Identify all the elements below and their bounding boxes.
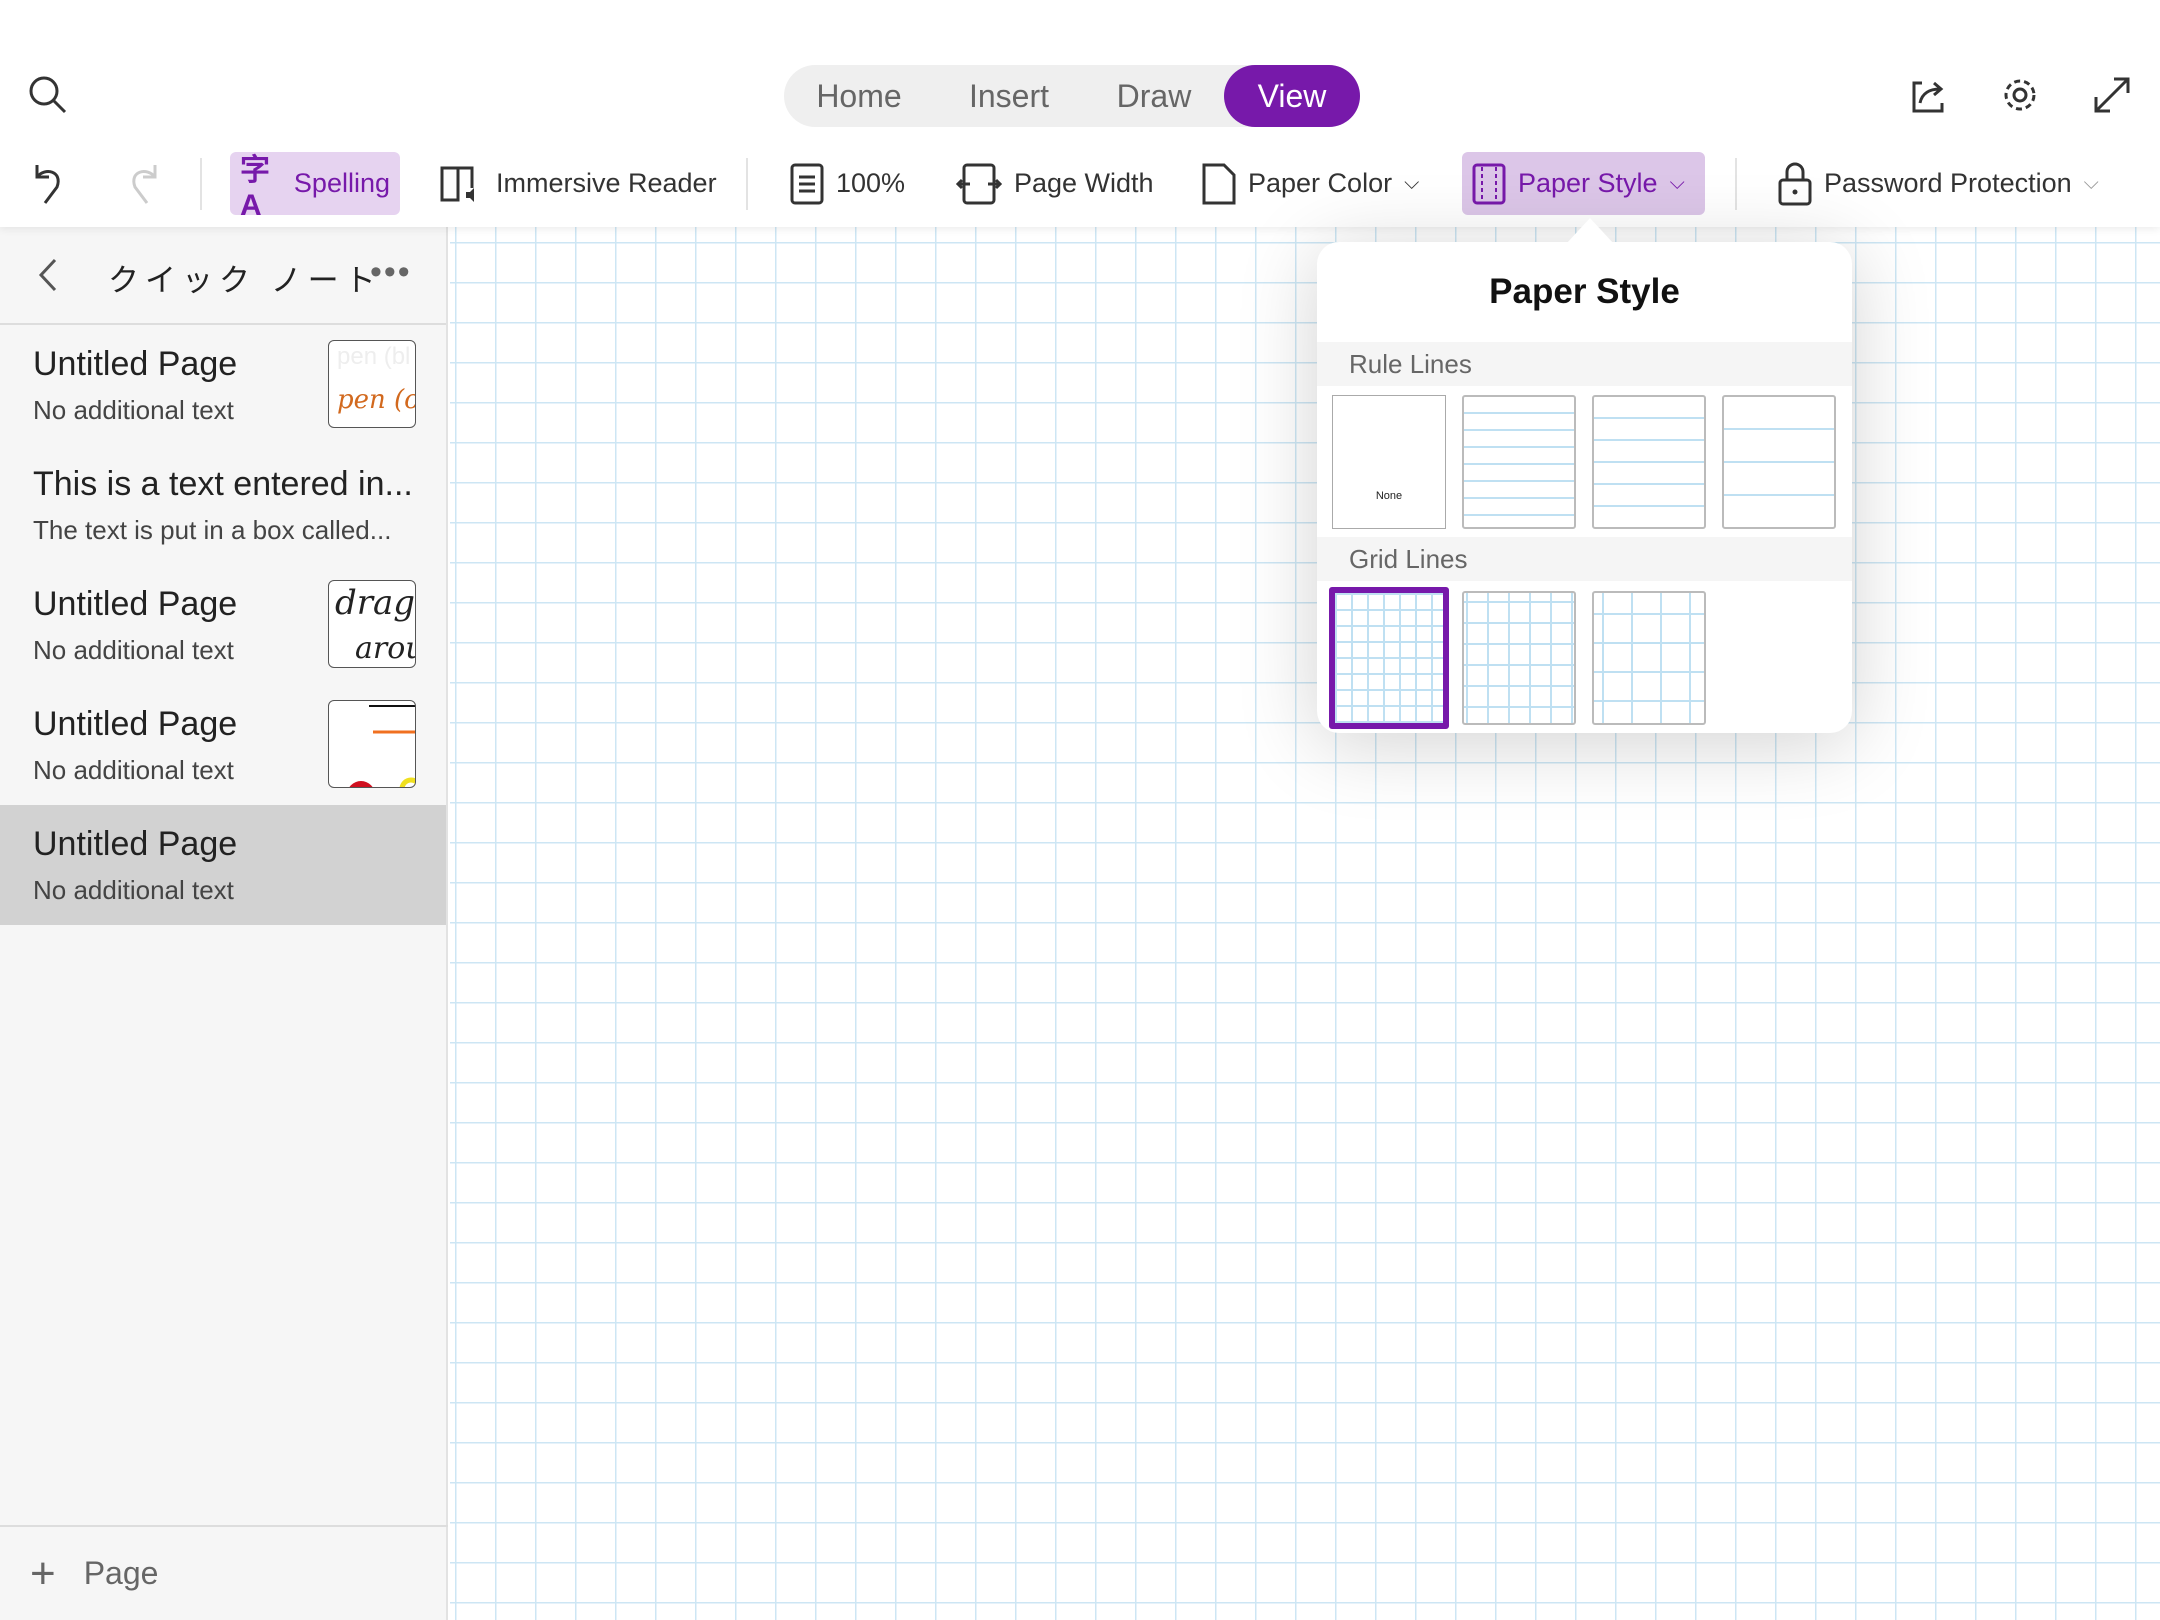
tab-insert[interactable]: Insert bbox=[934, 65, 1084, 127]
notebook-section-title: クイック ノート bbox=[108, 263, 382, 298]
chevron-down-icon: ⌵ bbox=[1669, 172, 1685, 194]
chevron-down-icon: ⌵ bbox=[2083, 172, 2099, 194]
add-page-button[interactable]: + Page bbox=[0, 1525, 448, 1620]
paper-style-button[interactable]: Paper Style ⌵ bbox=[1462, 152, 1705, 215]
top-bar: Home Insert Draw View 字A Spelling Immersi… bbox=[0, 0, 2160, 227]
zoom-button[interactable]: 100% bbox=[780, 152, 915, 215]
page-icon bbox=[1202, 163, 1236, 204]
page-thumbnail: pen (blpen (ora bbox=[328, 340, 416, 428]
page-list-item[interactable]: Untitled Page No additional text bbox=[0, 685, 446, 805]
divider bbox=[746, 158, 748, 210]
divider bbox=[200, 158, 202, 210]
divider bbox=[1735, 158, 1737, 210]
rule-college-option[interactable] bbox=[1592, 395, 1706, 529]
chevron-down-icon: ⌵ bbox=[1404, 172, 1420, 194]
search-icon[interactable] bbox=[25, 72, 71, 118]
grid-medium-option[interactable] bbox=[1462, 591, 1576, 725]
spelling-button[interactable]: 字A Spelling bbox=[230, 152, 400, 222]
sidebar-header: クイック ノート ••• bbox=[0, 227, 446, 325]
lock-icon bbox=[1778, 162, 1812, 205]
more-options-icon[interactable]: ••• bbox=[370, 253, 412, 292]
page-thumbnail: dragarou bbox=[328, 580, 416, 668]
tab-home[interactable]: Home bbox=[784, 65, 934, 127]
plus-icon: + bbox=[30, 1548, 56, 1598]
gear-icon[interactable] bbox=[1997, 72, 2043, 118]
rule-wide-option[interactable] bbox=[1722, 395, 1836, 529]
back-icon[interactable] bbox=[30, 255, 66, 295]
rule-none-option[interactable]: None bbox=[1332, 395, 1446, 529]
paper-style-popover: Paper Style Rule Lines None Grid Lines bbox=[1317, 242, 1852, 733]
page-list-item[interactable]: This is a text entered in... The text is … bbox=[0, 445, 446, 565]
ribbon-tabs: Home Insert Draw View bbox=[784, 65, 1360, 127]
page-thumbnail bbox=[328, 700, 416, 788]
spelling-icon: 字A bbox=[240, 153, 270, 222]
rule-narrow-option[interactable] bbox=[1462, 395, 1576, 529]
undo-icon[interactable] bbox=[28, 160, 74, 206]
page-zoom-icon bbox=[790, 163, 824, 204]
redo-icon[interactable] bbox=[118, 160, 164, 206]
popover-title: Paper Style bbox=[1489, 272, 1680, 311]
expand-icon[interactable] bbox=[2089, 72, 2135, 118]
rule-lines-header: Rule Lines bbox=[1317, 342, 1852, 386]
page-list-item[interactable]: Untitled PageNo additional text dragarou bbox=[0, 565, 446, 685]
password-protection-button[interactable]: Password Protection ⌵ bbox=[1768, 152, 2109, 215]
note-canvas[interactable] bbox=[450, 227, 2160, 1620]
grid-small-option[interactable] bbox=[1329, 587, 1449, 729]
tab-view[interactable]: View bbox=[1224, 65, 1360, 127]
immersive-reader-button[interactable]: Immersive Reader bbox=[430, 152, 727, 215]
page-list-item-selected[interactable]: Untitled Page No additional text bbox=[0, 805, 446, 925]
page-list-item[interactable]: Untitled Page No additional text pen (bl p… bbox=[0, 325, 446, 445]
paper-style-icon bbox=[1472, 163, 1506, 204]
grid-lines-header: Grid Lines bbox=[1317, 537, 1852, 581]
immersive-reader-icon bbox=[440, 166, 474, 202]
page-width-icon bbox=[956, 163, 1002, 204]
tab-draw[interactable]: Draw bbox=[1084, 65, 1224, 127]
grid-large-option[interactable] bbox=[1592, 591, 1706, 725]
popover-arrow bbox=[1566, 218, 1614, 244]
share-icon[interactable] bbox=[1905, 72, 1951, 118]
page-width-button[interactable]: Page Width bbox=[946, 152, 1164, 215]
paper-color-button[interactable]: Paper Color ⌵ bbox=[1192, 152, 1429, 215]
page-list-sidebar: クイック ノート ••• Untitled Page No additional … bbox=[0, 227, 448, 1620]
